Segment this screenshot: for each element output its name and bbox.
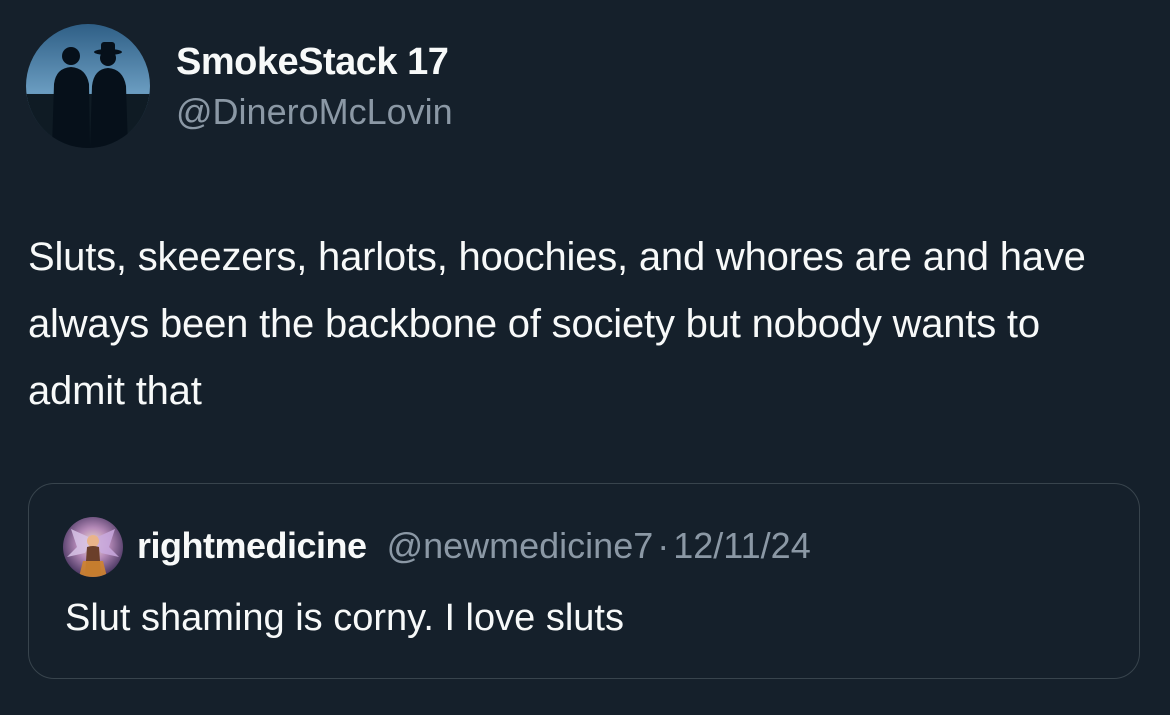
avatar-image (26, 24, 150, 148)
tweet-text: Sluts, skeezers, harlots, hoochies, and … (28, 235, 1086, 413)
quoted-text: Slut shaming is corny. I love sluts (65, 597, 624, 639)
author-display-name[interactable]: SmokeStack 17 (176, 40, 453, 84)
author-handle[interactable]: @DineroMcLovin (176, 90, 453, 134)
quoted-handle[interactable]: @newmedicine7 (387, 525, 654, 566)
tweet-card: SmokeStack 17 @DineroMcLovin Sluts, skee… (0, 0, 1170, 715)
quoted-date[interactable]: 12/11/24 (673, 525, 810, 566)
quoted-tweet[interactable]: rightmedicine @newmedicine7 · 12/11/24 Slu… (28, 483, 1140, 679)
author-info: SmokeStack 17 @DineroMcLovin (176, 40, 453, 134)
quoted-header: rightmedicine @newmedicine7 · 12/11/24 (137, 524, 811, 568)
quoted-separator: · (657, 525, 670, 566)
author-avatar[interactable] (26, 24, 150, 148)
quoted-display-name[interactable]: rightmedicine (137, 525, 367, 566)
quoted-author-avatar[interactable] (63, 517, 123, 577)
quoted-avatar-image (63, 517, 123, 577)
